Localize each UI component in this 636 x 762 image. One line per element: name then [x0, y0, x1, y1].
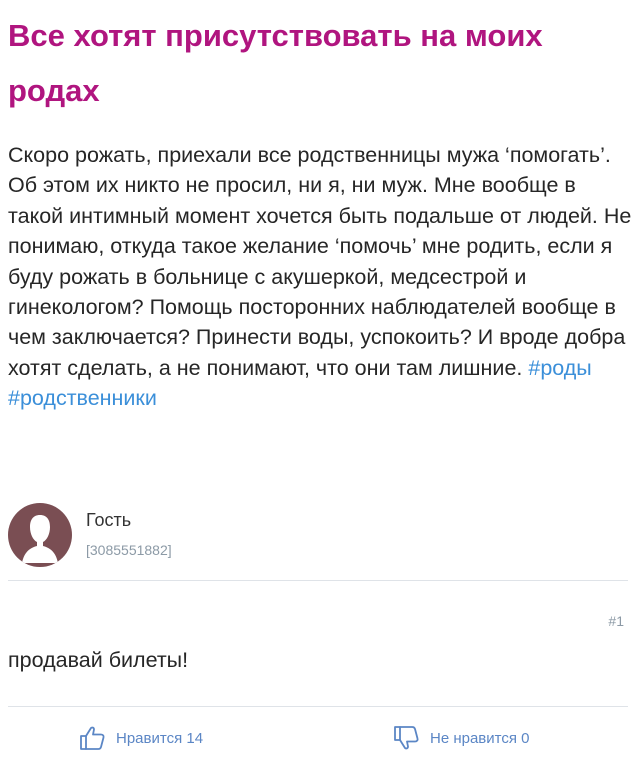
- reply-text: продавай билеты!: [8, 648, 189, 672]
- author-name[interactable]: Гость: [86, 508, 172, 532]
- divider: [8, 580, 628, 581]
- author-id: [3085551882]: [86, 542, 172, 558]
- post-body: Скоро рожать, приехали все родственницы …: [8, 140, 632, 414]
- post-title: Все хотят присутствовать на моих родах: [8, 18, 543, 108]
- author-info: Гость [3085551882]: [86, 508, 172, 560]
- dislike-label: Не нравится 0: [430, 729, 530, 747]
- reply-number[interactable]: #1: [608, 613, 624, 629]
- divider: [8, 706, 628, 707]
- thumbs-up-icon: [80, 726, 105, 750]
- user-silhouette-icon: [22, 515, 58, 563]
- avatar[interactable]: [8, 503, 72, 567]
- author-block: Гость [3085551882]: [8, 502, 172, 568]
- like-label: Нравится 14: [116, 729, 204, 747]
- post-body-text: Скоро рожать, приехали все родственницы …: [8, 143, 632, 380]
- hashtag-rodstvenniki[interactable]: #родственники: [8, 386, 157, 410]
- like-button[interactable]: Нравится 14: [78, 723, 203, 753]
- dislike-button[interactable]: Не нравится 0: [392, 723, 530, 753]
- thumbs-down-icon: [394, 726, 419, 750]
- hashtag-rody[interactable]: #роды: [528, 356, 591, 380]
